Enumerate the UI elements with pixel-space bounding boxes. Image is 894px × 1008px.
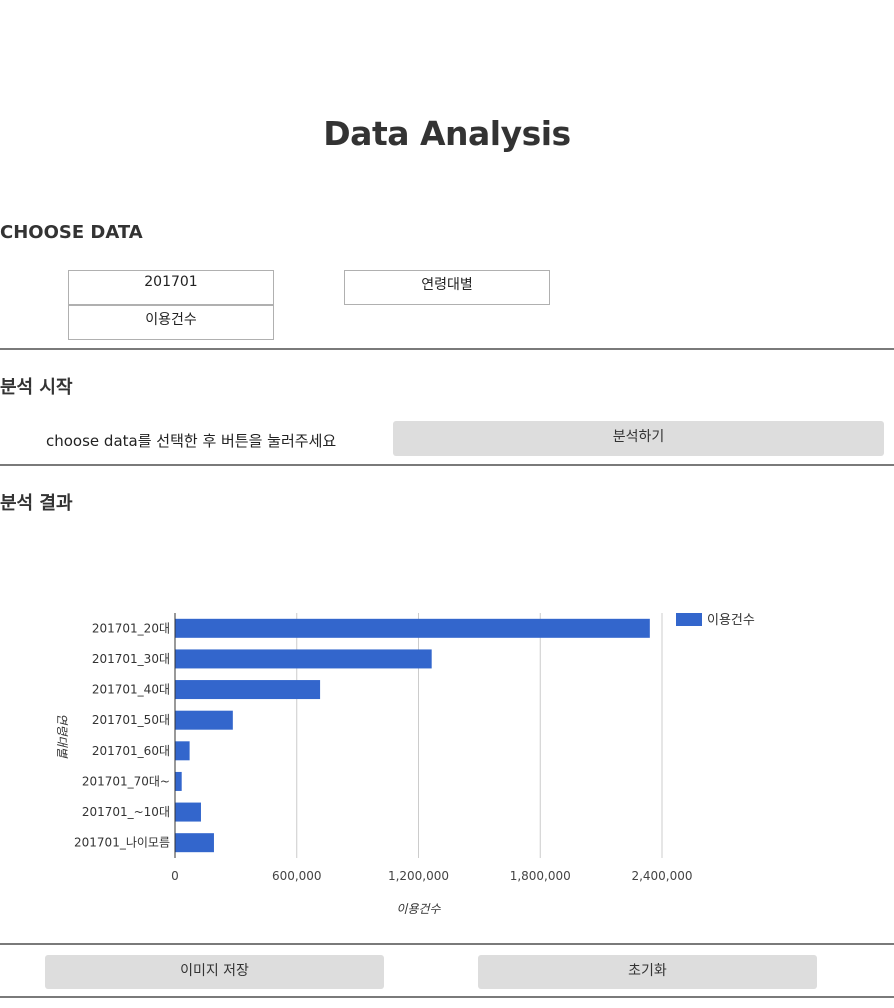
- category-label: 201701_나이모름: [74, 836, 170, 850]
- bar: [175, 680, 321, 700]
- metric-select[interactable]: 이용건수: [68, 305, 274, 340]
- x-tick-label: 1,800,000: [510, 869, 571, 883]
- bar: [175, 833, 214, 853]
- category-label: 201701_40대: [92, 683, 170, 697]
- legend-swatch: [676, 613, 702, 626]
- section-divider: [0, 996, 894, 998]
- bar: [175, 618, 650, 638]
- category-label: 201701_~10대: [82, 805, 170, 819]
- category-label: 201701_60대: [92, 744, 170, 758]
- instruction-text: choose data를 선택한 후 버튼을 눌러주세요: [46, 432, 337, 450]
- category-label: 201701_70대~: [82, 774, 170, 788]
- save-image-button[interactable]: 이미지 저장: [45, 955, 384, 989]
- bar: [175, 710, 233, 730]
- section-divider: [0, 943, 894, 945]
- legend-label: 이용건수: [707, 613, 755, 628]
- category-label: 201701_50대: [92, 713, 170, 727]
- start-analysis-heading: 분석 시작: [0, 377, 73, 398]
- choose-data-heading: CHOOSE DATA: [0, 222, 143, 243]
- x-axis-title: 이용건수: [396, 902, 441, 916]
- x-tick-label: 2,400,000: [631, 869, 692, 883]
- category-label: 201701_20대: [92, 621, 170, 635]
- category-select[interactable]: 연령대별: [344, 270, 550, 305]
- y-axis-title: 연령대별: [55, 713, 69, 758]
- bar: [175, 741, 190, 761]
- analysis-result-heading: 분석 결과: [0, 493, 73, 514]
- bar: [175, 771, 182, 791]
- analyze-button[interactable]: 분석하기: [393, 421, 884, 456]
- x-tick-label: 1,200,000: [388, 869, 449, 883]
- x-tick-label: 0: [171, 869, 179, 883]
- bar: [175, 649, 432, 669]
- page-title: Data Analysis: [323, 114, 571, 153]
- section-divider: [0, 464, 894, 466]
- section-divider: [0, 348, 894, 350]
- x-tick-label: 600,000: [272, 869, 322, 883]
- bar: [175, 802, 201, 822]
- category-label: 201701_30대: [92, 652, 170, 666]
- result-bar-chart: 0 600,000 1,200,000 1,800,000 2,400,000 20170…: [55, 613, 755, 916]
- month-select[interactable]: 201701: [68, 270, 274, 305]
- reset-button[interactable]: 초기화: [478, 955, 817, 989]
